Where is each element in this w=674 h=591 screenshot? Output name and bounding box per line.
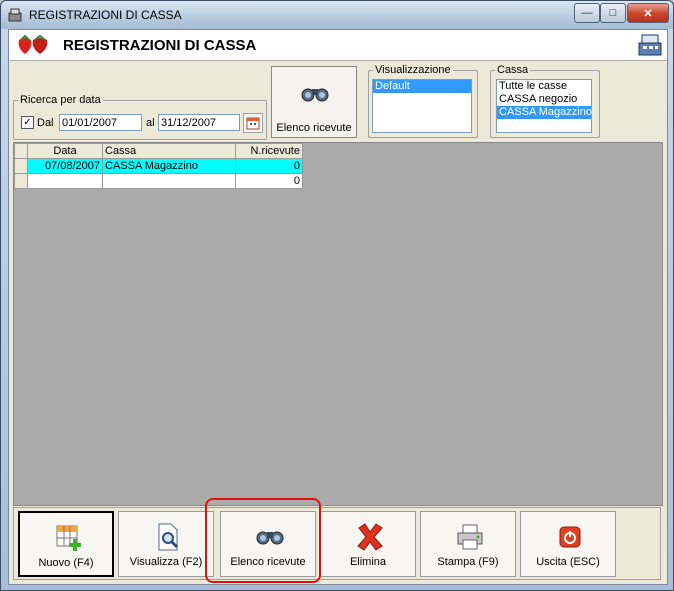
form-header: REGISTRAZIONI DI CASSA [9, 30, 667, 61]
to-label: al [146, 117, 155, 129]
elenco-ricevute-top-button[interactable]: Elenco ricevute [271, 66, 357, 138]
nuovo-button[interactable]: Nuovo (F4) [18, 511, 114, 577]
power-exit-icon [559, 526, 581, 548]
table-header-row: Data Cassa N.ricevute [14, 143, 303, 159]
binoculars-icon [301, 88, 329, 102]
title-bar[interactable]: REGISTRAZIONI DI CASSA — □ ✕ [1, 1, 673, 29]
elenco-ricevute-label: Elenco ricevute [230, 556, 306, 568]
from-date-input[interactable]: 01/01/2007 [59, 114, 142, 131]
action-bar: Nuovo (F4) Visualizza (F2) Elenco ricevu… [13, 507, 661, 580]
visualizzazione-option[interactable]: Default [373, 80, 471, 93]
date-filter-checkbox[interactable]: ✓ [21, 116, 34, 129]
visualizzazione-listbox[interactable]: Default [372, 79, 472, 133]
elimina-button[interactable]: Elimina [320, 511, 416, 577]
receipts-grid[interactable]: Data Cassa N.ricevute 07/08/2007 CASSA M… [13, 142, 663, 506]
application-window: REGISTRAZIONI DI CASSA — □ ✕ REGISTRAZIO… [0, 0, 674, 591]
uscita-button[interactable]: Uscita (ESC) [520, 511, 616, 577]
cassa-option[interactable]: Tutte le casse [497, 80, 591, 93]
close-button[interactable]: ✕ [627, 3, 669, 23]
elenco-ricevute-button[interactable]: Elenco ricevute [220, 511, 316, 577]
elimina-label: Elimina [349, 556, 387, 568]
binoculars-icon [256, 531, 284, 545]
cash-register-icon [638, 34, 662, 56]
table-row[interactable]: 07/08/2007 CASSA Magazzino 0 [14, 158, 303, 174]
cell-nricevute[interactable]: 0 [235, 173, 303, 189]
column-header-nricevute[interactable]: N.ricevute [235, 143, 303, 159]
row-header[interactable] [14, 173, 28, 189]
minimize-button[interactable]: — [574, 3, 600, 23]
printer-icon [457, 524, 483, 550]
stampa-label: Stampa (F9) [437, 556, 499, 568]
column-header-data[interactable]: Data [27, 143, 103, 159]
filter-toolbar: Ricerca per data ✓ Dal 01/01/2007 al 31/… [9, 61, 667, 141]
cell-cassa[interactable] [102, 173, 236, 189]
from-label: Dal [37, 117, 54, 129]
visualizza-button[interactable]: Visualizza (F2) [118, 511, 214, 577]
to-date-input[interactable]: 31/12/2007 [158, 114, 240, 131]
new-grid-icon [56, 525, 81, 551]
magnifier-document-icon [158, 523, 179, 551]
stampa-button[interactable]: Stampa (F9) [420, 511, 516, 577]
calendar-button[interactable] [243, 113, 263, 133]
row-header-corner [14, 143, 28, 159]
visualizza-label: Visualizza (F2) [129, 556, 203, 568]
date-search-legend: Ricerca per data [20, 94, 101, 106]
cassa-option[interactable]: CASSA Magazzino [497, 106, 592, 119]
strawberry-logo-icon [18, 34, 48, 54]
window-title: REGISTRAZIONI DI CASSA [29, 8, 182, 22]
app-icon [8, 8, 22, 22]
maximize-button[interactable]: □ [600, 3, 626, 23]
calendar-icon [246, 117, 260, 130]
cell-data[interactable]: 07/08/2007 [27, 158, 103, 174]
uscita-label: Uscita (ESC) [536, 556, 600, 568]
column-header-cassa[interactable]: Cassa [102, 143, 236, 159]
cell-data[interactable] [27, 173, 103, 189]
cassa-option[interactable]: CASSA negozio [497, 93, 591, 106]
table-row[interactable]: 0 [14, 173, 303, 189]
cassa-legend: Cassa [497, 64, 529, 76]
main-client-area: REGISTRAZIONI DI CASSA Ricerca per data … [8, 29, 668, 585]
cell-cassa[interactable]: CASSA Magazzino [102, 158, 236, 174]
receipts-table: Data Cassa N.ricevute 07/08/2007 CASSA M… [14, 143, 303, 189]
row-header[interactable] [14, 158, 28, 174]
nuovo-label: Nuovo (F4) [38, 557, 94, 569]
visualizzazione-legend: Visualizzazione [375, 64, 451, 76]
page-title: REGISTRAZIONI DI CASSA [63, 37, 257, 54]
cassa-listbox[interactable]: Tutte le casse CASSA negozio CASSA Magaz… [496, 79, 592, 133]
red-x-delete-icon [357, 523, 383, 551]
cell-nricevute[interactable]: 0 [235, 158, 303, 174]
elenco-ricevute-top-label: Elenco ricevute [276, 122, 352, 134]
